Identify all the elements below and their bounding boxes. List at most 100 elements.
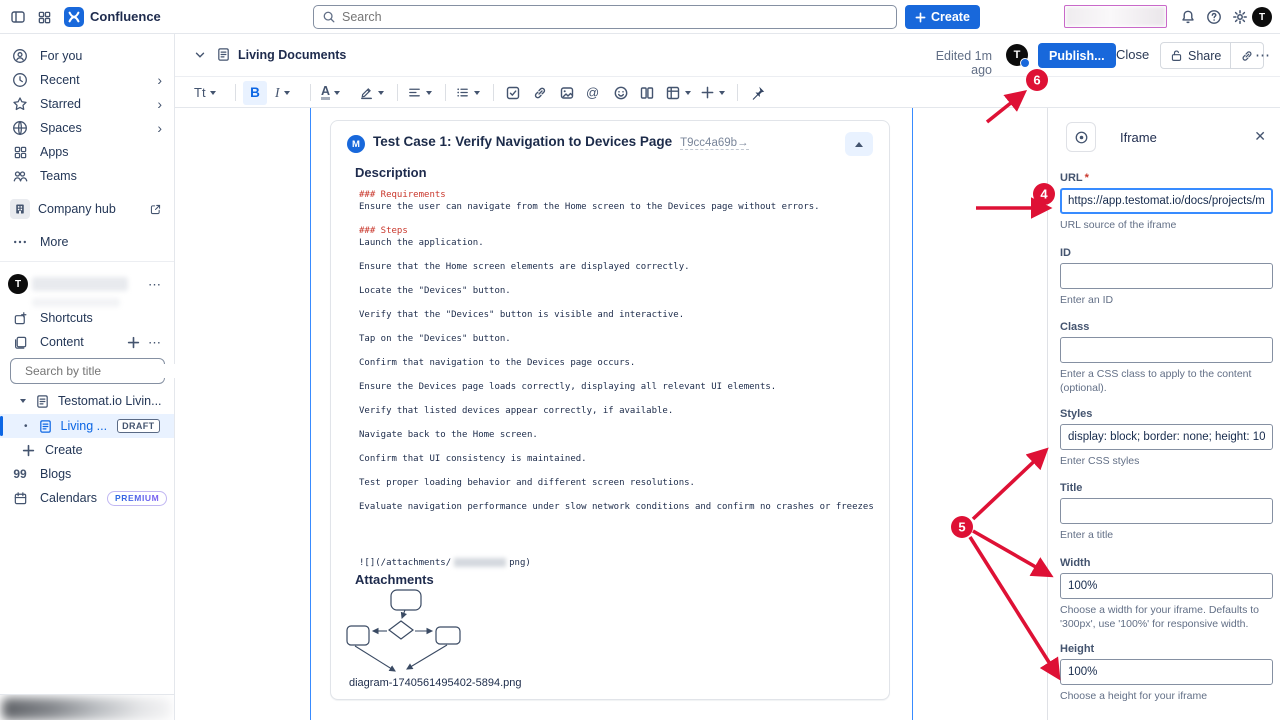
sidebar-item-starred[interactable]: Starred› bbox=[0, 92, 174, 116]
width-label: Width bbox=[1060, 557, 1273, 569]
page-icon bbox=[38, 419, 53, 434]
divider bbox=[493, 84, 494, 101]
chevron-right-icon: › bbox=[157, 97, 162, 111]
sidebar-item-content[interactable]: Content ⋯ bbox=[0, 330, 174, 354]
tree-create-button[interactable]: Create bbox=[0, 438, 174, 462]
ellipsis-icon bbox=[12, 234, 28, 250]
globe-icon bbox=[12, 120, 28, 136]
content-more-icon[interactable]: ⋯ bbox=[148, 336, 162, 349]
text-style-dropdown[interactable]: Tt bbox=[194, 77, 216, 108]
divider bbox=[397, 84, 398, 101]
collapse-card-button[interactable] bbox=[845, 132, 873, 156]
alignment-dropdown[interactable] bbox=[407, 77, 432, 108]
create-button[interactable]: Create bbox=[905, 5, 980, 29]
test-case-ref-link[interactable]: T9cc4a69b→ bbox=[680, 137, 748, 150]
list-dropdown[interactable] bbox=[455, 77, 480, 108]
link-icon[interactable] bbox=[532, 77, 548, 108]
collaborator-avatar[interactable]: T bbox=[1006, 44, 1028, 66]
tree-item-selected[interactable]: • Living ... DRAFT bbox=[0, 414, 174, 438]
global-search-input[interactable] bbox=[342, 10, 888, 24]
sidebar-item-recent[interactable]: Recent› bbox=[0, 68, 174, 92]
confluence-logo[interactable] bbox=[64, 7, 84, 27]
styles-helper: Enter CSS styles bbox=[1060, 455, 1273, 469]
sidebar-item-teams[interactable]: Teams bbox=[0, 164, 174, 188]
top-navigation-bar: Confluence Create T bbox=[0, 0, 1280, 34]
pin-icon[interactable] bbox=[750, 77, 766, 108]
text-color-dropdown[interactable]: A bbox=[321, 77, 340, 108]
user-avatar[interactable]: T bbox=[1252, 7, 1272, 27]
sidebar-item-spaces[interactable]: Spaces› bbox=[0, 116, 174, 140]
notifications-bell-icon[interactable] bbox=[1178, 7, 1198, 27]
page-header: Living Documents Edited 1m ago T Publish… bbox=[175, 34, 1280, 77]
markdown-code-block[interactable]: ### RequirementsEnsure the user can navi… bbox=[359, 189, 873, 525]
share-button[interactable]: Share bbox=[1161, 43, 1230, 68]
markdown-macro-icon: M bbox=[347, 135, 365, 153]
more-actions-icon[interactable]: ⋯ bbox=[1255, 46, 1271, 64]
sidebar-search[interactable] bbox=[10, 358, 165, 384]
chevron-up-icon bbox=[855, 142, 863, 147]
breadcrumb[interactable]: Living Documents bbox=[238, 48, 346, 62]
id-helper: Enter an ID bbox=[1060, 294, 1273, 308]
plus-icon bbox=[915, 12, 926, 23]
calendar-icon bbox=[12, 491, 28, 506]
sidebar-search-input[interactable] bbox=[25, 364, 180, 378]
confluence-app: Confluence Create T For you Recent› bbox=[0, 0, 1280, 720]
class-helper: Enter a CSS class to apply to the conten… bbox=[1060, 368, 1273, 395]
image-icon[interactable] bbox=[559, 77, 575, 108]
italic-dropdown[interactable]: I bbox=[275, 77, 290, 108]
redacted-attachment-path bbox=[454, 558, 506, 567]
field-url: URL* URL source of the iframe bbox=[1060, 172, 1273, 233]
collapse-sidebar-icon[interactable] bbox=[8, 7, 28, 27]
url-helper: URL source of the iframe bbox=[1060, 219, 1273, 233]
divider bbox=[737, 84, 738, 101]
iframe-macro-icon[interactable] bbox=[1066, 122, 1096, 152]
height-input[interactable] bbox=[1060, 659, 1273, 685]
field-id: ID Enter an ID bbox=[1060, 247, 1273, 308]
help-icon[interactable] bbox=[1204, 7, 1224, 27]
layout-columns-icon[interactable] bbox=[639, 77, 655, 108]
emoji-icon[interactable] bbox=[613, 77, 629, 108]
styles-input[interactable] bbox=[1060, 424, 1273, 450]
editor-canvas[interactable]: M Test Case 1: Verify Navigation to Devi… bbox=[175, 108, 1047, 720]
sidebar-item-blogs[interactable]: 99 Blogs bbox=[0, 462, 174, 486]
add-content-icon[interactable] bbox=[127, 336, 140, 349]
url-label: URL* bbox=[1060, 172, 1273, 184]
url-input[interactable] bbox=[1060, 188, 1273, 214]
title-input[interactable] bbox=[1060, 498, 1273, 524]
insert-plus-dropdown[interactable] bbox=[700, 77, 725, 108]
settings-gear-icon[interactable] bbox=[1230, 7, 1250, 27]
page-icon bbox=[34, 394, 50, 409]
close-button[interactable]: Close bbox=[1116, 47, 1149, 62]
highlight-dropdown[interactable] bbox=[359, 77, 384, 108]
field-title: Title Enter a title bbox=[1060, 482, 1273, 543]
chevron-right-icon: › bbox=[157, 121, 162, 135]
premium-badge: PREMIUM bbox=[107, 491, 167, 506]
sidebar-item-shortcuts[interactable]: Shortcuts bbox=[0, 306, 174, 330]
tree-item-parent[interactable]: Testomat.io Livin... bbox=[0, 389, 174, 413]
task-checkbox-icon[interactable] bbox=[505, 77, 521, 108]
table-dropdown[interactable] bbox=[665, 77, 691, 108]
search-icon bbox=[322, 10, 336, 24]
collapse-breadcrumb-icon[interactable] bbox=[193, 48, 207, 62]
sidebar-item-company-hub[interactable]: Company hub bbox=[0, 195, 174, 223]
sidebar-item-apps[interactable]: Apps bbox=[0, 140, 174, 164]
publish-button[interactable]: Publish... bbox=[1038, 43, 1116, 68]
class-label: Class bbox=[1060, 321, 1273, 333]
sidebar-item-for-you[interactable]: For you bbox=[0, 44, 174, 68]
plus-icon bbox=[22, 444, 35, 457]
sidebar-item-more[interactable]: More bbox=[0, 230, 174, 254]
sidebar-item-calendars[interactable]: Calendars PREMIUM bbox=[0, 486, 174, 510]
styles-label: Styles bbox=[1060, 408, 1273, 420]
space-more-icon[interactable]: ⋯ bbox=[148, 278, 162, 291]
close-icon[interactable]: ✕ bbox=[1254, 128, 1266, 145]
global-search[interactable] bbox=[313, 5, 897, 29]
chevron-down-icon[interactable] bbox=[20, 399, 26, 403]
id-input[interactable] bbox=[1060, 263, 1273, 289]
app-switcher-icon[interactable] bbox=[34, 7, 54, 27]
redacted-sidebar-footer bbox=[0, 694, 174, 720]
width-input[interactable] bbox=[1060, 573, 1273, 599]
bold-button[interactable]: B bbox=[243, 77, 267, 108]
class-input[interactable] bbox=[1060, 337, 1273, 363]
mention-icon[interactable]: @ bbox=[586, 77, 599, 108]
selected-indicator bbox=[0, 416, 3, 436]
